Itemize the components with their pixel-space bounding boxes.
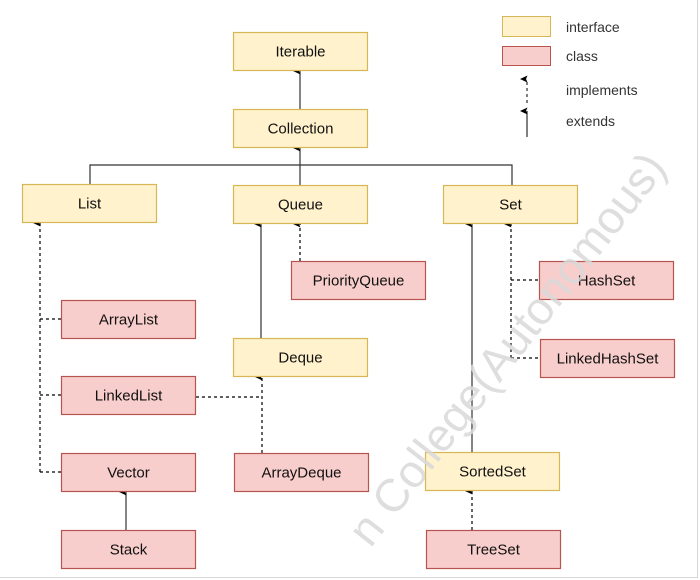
legend-class-label: class [566, 48, 598, 64]
node-label: ArrayList [99, 312, 159, 329]
legend: interface class implements extends [502, 16, 638, 137]
node-arraydeque: ArrayDeque [233, 452, 370, 493]
node-priorityqueue: PriorityQueue [290, 260, 427, 301]
node-label: TreeSet [467, 542, 521, 559]
node-label: List [78, 196, 102, 213]
node-arraylist: ArrayList [60, 299, 197, 340]
diagram-canvas: Iterable Collection List Queue Set PriorityQu… [0, 0, 700, 580]
collection-hierarchy-diagram: Iterable Collection List Queue Set PriorityQu… [21, 16, 676, 570]
node-vector: Vector [60, 452, 197, 493]
node-collection: Collection [232, 108, 369, 149]
node-label: Collection [268, 121, 334, 138]
legend-class-swatch [502, 46, 551, 66]
node-linkedlist: LinkedList [60, 375, 197, 416]
legend-implements-label: implements [566, 82, 638, 98]
node-label: Iterable [275, 44, 325, 61]
node-label: LinkedHashSet [557, 351, 660, 368]
legend-extends-label: extends [566, 113, 615, 129]
node-iterable: Iterable [232, 31, 369, 72]
node-set: Set [442, 184, 579, 225]
node-label: LinkedList [95, 388, 163, 405]
node-label: Vector [107, 465, 150, 482]
node-linkedhashset: LinkedHashSet [539, 338, 676, 379]
node-label: ArrayDeque [261, 465, 341, 482]
node-label: SortedSet [459, 464, 527, 481]
node-treeset: TreeSet [425, 529, 562, 570]
node-queue: Queue [232, 184, 369, 225]
node-list: List [21, 183, 158, 224]
node-label: Queue [278, 197, 323, 214]
edge-list-set-collection [89, 164, 513, 185]
legend-interface-label: interface [566, 19, 620, 35]
node-label: PriorityQueue [313, 273, 405, 290]
node-label: Stack [110, 542, 148, 559]
node-label: Set [499, 197, 522, 214]
legend-interface-swatch [502, 16, 551, 37]
node-deque: Deque [232, 337, 369, 378]
node-stack: Stack [60, 529, 197, 570]
node-label: Deque [278, 350, 322, 367]
